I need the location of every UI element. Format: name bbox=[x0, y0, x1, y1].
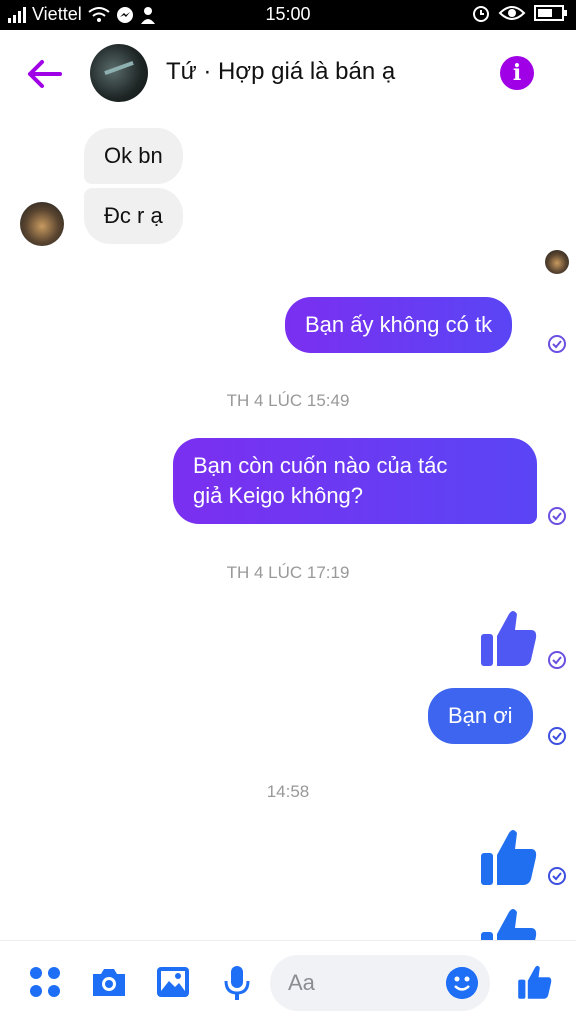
seen-avatar bbox=[545, 250, 569, 274]
message-line: giả Keigo không? bbox=[193, 483, 364, 508]
composer-bar: Aa bbox=[0, 940, 576, 1025]
alarm-icon bbox=[473, 6, 489, 22]
seen-check-icon bbox=[548, 335, 566, 353]
message-input[interactable]: Aa bbox=[270, 955, 490, 1011]
timestamp: TH 4 LÚC 15:49 bbox=[226, 391, 350, 410]
seen-check-icon bbox=[548, 867, 566, 885]
back-arrow-icon[interactable] bbox=[24, 56, 64, 92]
status-right bbox=[472, 4, 568, 22]
outgoing-message[interactable]: Bạn ơi bbox=[428, 688, 533, 744]
emoji-icon[interactable] bbox=[446, 967, 478, 999]
seen-check-icon bbox=[548, 651, 566, 669]
conversation-header: Tứ · Hợp giá là bán ạ i bbox=[0, 30, 576, 118]
outgoing-message[interactable]: Bạn ấy không có tk bbox=[285, 297, 513, 353]
like-sticker-icon[interactable] bbox=[479, 608, 539, 668]
contact-avatar[interactable] bbox=[90, 44, 148, 102]
message-input-placeholder: Aa bbox=[288, 970, 315, 995]
message-list[interactable]: Ok bn Đc r ạ Bạn ấy không có tk TH 4 LÚC… bbox=[0, 118, 576, 940]
message-line: Bạn còn cuốn nào của tác bbox=[193, 453, 448, 478]
eye-icon bbox=[498, 6, 526, 20]
timestamp: TH 4 LÚC 17:19 bbox=[226, 563, 350, 582]
like-icon[interactable] bbox=[517, 963, 553, 1001]
conversation-title[interactable]: Tứ · Hợp giá là bán ạ bbox=[166, 58, 395, 86]
outgoing-message[interactable]: Bạn còn cuốn nào của tác giả Keigo không… bbox=[173, 438, 537, 524]
timestamp: 14:58 bbox=[266, 782, 310, 801]
microphone-icon[interactable] bbox=[222, 965, 252, 1001]
like-sticker-icon[interactable] bbox=[479, 906, 539, 940]
battery-icon bbox=[534, 5, 567, 21]
sender-avatar[interactable] bbox=[20, 202, 64, 246]
info-icon[interactable]: i bbox=[500, 56, 534, 90]
seen-check-icon bbox=[548, 507, 566, 525]
image-icon[interactable] bbox=[155, 965, 191, 999]
incoming-message[interactable]: Ok bn bbox=[84, 128, 183, 184]
like-sticker-icon[interactable] bbox=[479, 827, 539, 887]
status-bar: Viettel 15:00 bbox=[0, 0, 576, 30]
seen-check-icon bbox=[548, 727, 566, 745]
camera-icon[interactable] bbox=[90, 965, 128, 999]
menu-dots-icon[interactable] bbox=[28, 965, 62, 999]
incoming-message[interactable]: Đc r ạ bbox=[84, 188, 183, 244]
